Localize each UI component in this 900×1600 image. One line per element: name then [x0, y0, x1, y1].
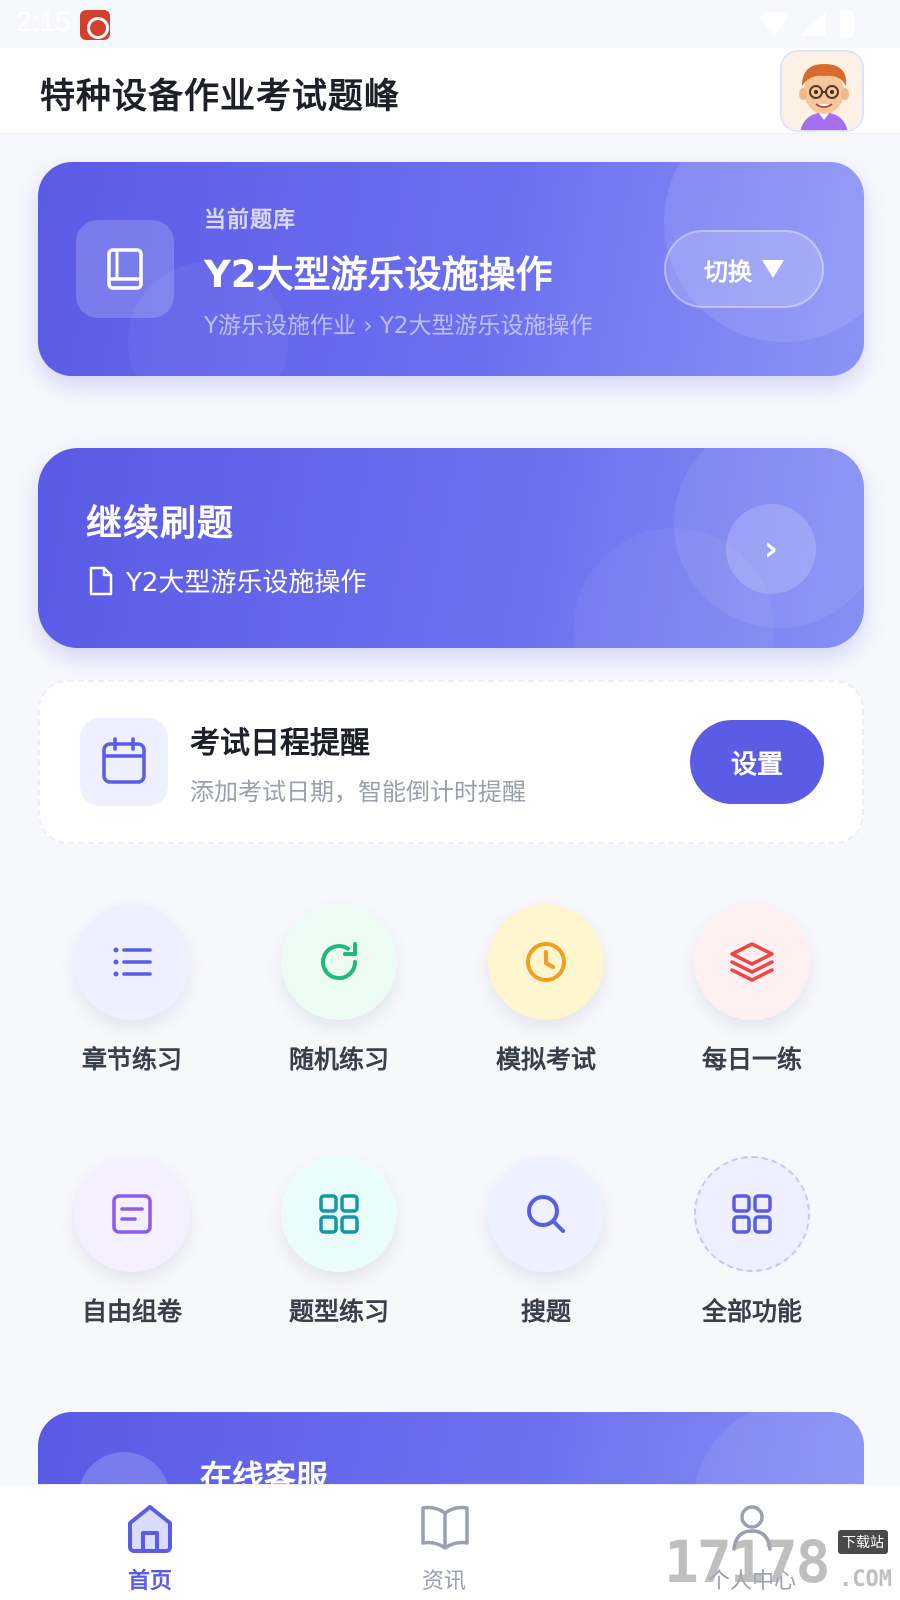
- site-watermark: 17178 下载站 .COM: [664, 1528, 894, 1596]
- status-time: 2:15: [16, 6, 71, 37]
- app-header: 特种设备作业考试题峰: [0, 48, 900, 134]
- feature-label: 章节练习: [81, 1045, 182, 1074]
- book-icon: [421, 1505, 469, 1550]
- feature-search-question[interactable]: 搜题: [456, 1156, 636, 1356]
- watermark-suffix: .COM: [839, 1567, 892, 1592]
- reminder-title: 考试日程提醒: [190, 726, 370, 761]
- feature-label: 每日一练: [701, 1045, 802, 1074]
- notification-app-icon: [80, 10, 110, 40]
- current-question-bank-card[interactable]: 当前题库 Y2大型游乐设施操作 Y游乐设施作业 › Y2大型游乐设施操作 切换: [38, 162, 864, 376]
- bank-breadcrumb: Y游乐设施作业 › Y2大型游乐设施操作: [204, 313, 593, 339]
- feature-mock-exam[interactable]: 模拟考试: [456, 904, 636, 1104]
- nav-news[interactable]: 资讯: [344, 1485, 544, 1600]
- calendar-icon: [102, 737, 146, 784]
- bank-label: 当前题库: [204, 208, 297, 233]
- list-icon: [74, 904, 190, 1020]
- wifi-icon: [760, 12, 788, 36]
- status-bar: 2:15: [0, 0, 900, 48]
- feature-label: 模拟考试: [495, 1045, 596, 1074]
- refresh-icon: [281, 904, 397, 1020]
- grid-icon: [281, 1156, 397, 1272]
- feature-type-practice[interactable]: 题型练习: [249, 1156, 429, 1356]
- feature-all-functions[interactable]: 全部功能: [662, 1156, 842, 1356]
- continue-subtitle-row: Y2大型游乐设施操作: [88, 562, 366, 599]
- avatar-cartoon-icon: [782, 52, 862, 130]
- feature-random-practice[interactable]: 随机练习: [249, 904, 429, 1104]
- document-icon: [74, 1156, 190, 1272]
- layers-icon: [694, 904, 810, 1020]
- continue-title: 继续刷题: [86, 503, 235, 544]
- watermark-badge: 下载站: [838, 1530, 888, 1554]
- battery-icon: [840, 10, 854, 38]
- feature-label: 随机练习: [288, 1045, 389, 1074]
- exam-reminder-card: 考试日程提醒 添加考试日期，智能倒计时提醒 设置: [38, 680, 864, 844]
- switch-bank-button[interactable]: 切换: [664, 230, 824, 308]
- reminder-description: 添加考试日期，智能倒计时提醒: [190, 778, 526, 806]
- bank-name: Y2大型游乐设施操作: [204, 253, 553, 296]
- triangle-down-icon: [762, 260, 784, 278]
- apps-icon: [694, 1156, 810, 1272]
- chevron-right-icon[interactable]: ›: [726, 504, 816, 594]
- nav-label: 首页: [127, 1569, 172, 1594]
- feature-custom-paper[interactable]: 自由组卷: [42, 1156, 222, 1356]
- avatar[interactable]: [780, 50, 864, 132]
- app-title: 特种设备作业考试题峰: [40, 77, 401, 117]
- search-icon: [488, 1156, 604, 1272]
- nav-label: 资讯: [421, 1569, 466, 1594]
- document-icon: [89, 566, 113, 595]
- feature-label: 自由组卷: [81, 1297, 182, 1326]
- signal-icon: [800, 12, 826, 36]
- feature-daily-practice[interactable]: 每日一练: [662, 904, 842, 1104]
- clock-icon: [488, 904, 604, 1020]
- book-icon: [107, 248, 143, 290]
- continue-practice-card[interactable]: 继续刷题 Y2大型游乐设施操作 ›: [38, 448, 864, 648]
- home-icon: [128, 1505, 172, 1553]
- feature-chapter-practice[interactable]: 章节练习: [42, 904, 222, 1104]
- feature-label: 搜题: [520, 1297, 571, 1326]
- calendar-icon-box: [80, 718, 168, 806]
- switch-label: 切换: [704, 257, 752, 286]
- watermark-number: 17178: [664, 1528, 831, 1596]
- status-indicators: [760, 10, 870, 38]
- nav-home[interactable]: 首页: [50, 1485, 250, 1600]
- feature-label: 全部功能: [701, 1297, 802, 1326]
- book-icon-box: [76, 220, 174, 318]
- continue-subtitle: Y2大型游乐设施操作: [126, 568, 367, 598]
- reminder-settings-button[interactable]: 设置: [690, 720, 824, 804]
- feature-label: 题型练习: [288, 1297, 389, 1326]
